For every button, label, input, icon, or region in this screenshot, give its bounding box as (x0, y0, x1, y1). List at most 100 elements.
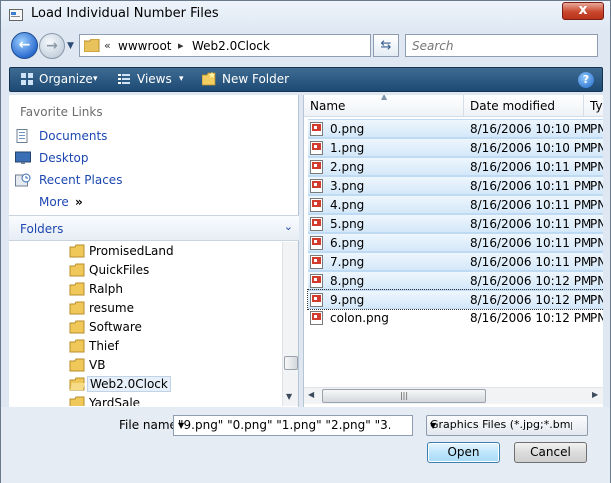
png-file-icon (310, 255, 323, 269)
column-header-date[interactable]: Date modified (470, 99, 555, 113)
png-file-icon (310, 217, 323, 231)
file-type: PN (590, 255, 603, 269)
folder-tree-scrollbar[interactable]: ▼ (282, 242, 298, 406)
png-file-icon (310, 160, 323, 174)
file-name: 0.png (330, 122, 365, 136)
dialog-window: Load Individual Number Files x ← → ▼ « w… (0, 0, 611, 483)
folders-toggle[interactable]: Folders ⌄ (9, 215, 299, 241)
file-row[interactable]: 7.png 8/16/2006 10:11 PM PN (308, 252, 603, 271)
favorite-link-documents[interactable]: Documents (15, 127, 285, 147)
cancel-button[interactable]: Cancel (514, 442, 587, 463)
help-icon[interactable]: ? (578, 72, 594, 88)
file-date: 8/16/2006 10:12 PM (470, 293, 592, 307)
scrollbar-thumb[interactable] (284, 356, 298, 370)
tree-item-label: VB (89, 358, 106, 372)
tree-item[interactable]: Ralph (69, 280, 279, 299)
address-bar[interactable]: « wwwroot ▸ Web2.0Clock (79, 34, 371, 57)
organize-menu[interactable]: Organize (39, 72, 93, 86)
views-dropdown-icon[interactable]: ▾ (179, 74, 184, 84)
favorite-link-label: Recent Places (39, 173, 123, 187)
file-row[interactable]: 8.png 8/16/2006 10:12 PM PN (308, 271, 603, 290)
tree-item[interactable]: QuickFiles (69, 261, 279, 280)
close-button[interactable]: x (562, 2, 604, 20)
folder-icon (69, 301, 85, 315)
file-row[interactable]: 4.png 8/16/2006 10:11 PM PN (308, 195, 603, 214)
views-menu[interactable]: Views (137, 72, 172, 86)
search-input[interactable] (410, 38, 590, 54)
breadcrumb-wwwroot[interactable]: wwwroot (118, 39, 172, 53)
window-app-icon (9, 9, 23, 21)
file-name-input[interactable]: "9.png" "0.png" "1.png" "2.png" "3.png" … (173, 415, 413, 436)
tree-item[interactable]: PromisedLand (69, 242, 279, 261)
new-folder-icon (202, 72, 216, 86)
file-row[interactable]: 6.png 8/16/2006 10:11 PM PN (308, 233, 603, 252)
organize-dropdown-icon[interactable]: ▾ (93, 74, 98, 84)
desktop-icon (15, 151, 31, 164)
recent-pages-dropdown[interactable]: ▼ (67, 41, 74, 51)
search-box[interactable] (405, 34, 598, 57)
documents-icon (16, 129, 28, 143)
folder-icon (69, 244, 85, 258)
column-divider[interactable] (583, 95, 584, 117)
sort-ascending-icon: ▲ (381, 95, 388, 101)
folder-icon (69, 339, 85, 353)
breadcrumb-separator[interactable]: ▸ (178, 39, 184, 52)
file-type: PN (590, 293, 603, 307)
chevron-down-icon: ⌄ (283, 220, 293, 233)
png-file-icon (310, 122, 323, 136)
file-list-horizontal-scrollbar[interactable]: ◀ ||| ▶ (304, 387, 603, 404)
tree-item[interactable]: YardSale (69, 394, 279, 406)
favorite-link-desktop[interactable]: Desktop (15, 149, 285, 169)
file-name: 8.png (330, 274, 365, 288)
close-icon: x (578, 2, 588, 18)
refresh-icon: ⇆ (380, 38, 392, 53)
refresh-button[interactable]: ⇆ (373, 34, 399, 57)
tree-item-selected[interactable]: Web2.0Clock (69, 375, 279, 394)
back-button[interactable]: ← (11, 32, 38, 59)
tree-item[interactable]: VB (69, 356, 279, 375)
favorite-link-recent-places[interactable]: Recent Places (15, 171, 285, 191)
png-file-icon (310, 198, 323, 212)
navigation-pane: Favorite Links Documents Desktop Recent … (9, 95, 299, 407)
column-divider[interactable] (463, 95, 464, 117)
file-type-filter-select[interactable]: Graphics Files (*.jpg;*.bmp;*.g ▼ (426, 415, 588, 436)
scroll-left-icon[interactable]: ◀ (308, 390, 314, 399)
scrollbar-thumb[interactable]: ||| (322, 389, 486, 403)
breadcrumb-overflow[interactable]: « (104, 39, 111, 52)
file-date: 8/16/2006 10:11 PM (470, 255, 592, 269)
tree-item[interactable]: Software (69, 318, 279, 337)
file-type: PN (590, 160, 603, 174)
file-name: 9.png (330, 293, 365, 307)
file-type: PN (590, 236, 603, 250)
tree-item[interactable]: Thief (69, 337, 279, 356)
folders-label: Folders (20, 222, 64, 236)
chevron-down-icon[interactable]: ▼ (178, 421, 390, 430)
file-row[interactable]: 1.png 8/16/2006 10:10 PM PN (308, 138, 603, 157)
column-header-type[interactable]: Ty (590, 99, 603, 113)
file-name: 3.png (330, 179, 365, 193)
scroll-down-icon[interactable]: ▼ (286, 392, 292, 401)
file-type: PN (590, 198, 603, 212)
file-row[interactable]: 5.png 8/16/2006 10:11 PM PN (308, 214, 603, 233)
file-name: colon.png (330, 311, 389, 325)
file-date: 8/16/2006 10:11 PM (470, 160, 592, 174)
file-row[interactable]: 3.png 8/16/2006 10:11 PM PN (308, 176, 603, 195)
command-toolbar: Organize ▾ Views ▾ New Folder ? (9, 67, 603, 92)
tree-item[interactable]: resume (69, 299, 279, 318)
scroll-right-icon[interactable]: ▶ (592, 390, 598, 399)
forward-button[interactable]: → (39, 33, 65, 59)
new-folder-button[interactable]: New Folder (222, 72, 289, 86)
column-header-name[interactable]: Name (310, 99, 345, 113)
file-row[interactable]: 2.png 8/16/2006 10:11 PM PN (308, 157, 603, 176)
breadcrumb-web2clock[interactable]: Web2.0Clock (192, 39, 270, 53)
file-row[interactable]: 0.png 8/16/2006 10:10 PM PN (308, 119, 603, 138)
open-button[interactable]: Open (427, 442, 500, 463)
file-date: 8/16/2006 10:11 PM (470, 179, 592, 193)
chevron-down-icon: ▼ (430, 421, 437, 430)
more-label: More (39, 195, 69, 209)
dialog-footer: File name: "9.png" "0.png" "1.png" "2.pn… (1, 407, 610, 483)
more-links-button[interactable]: More » (39, 193, 309, 213)
file-type: PN (590, 311, 603, 325)
file-row[interactable]: colon.png 8/16/2006 10:12 PM PN (308, 309, 603, 328)
file-row-focused[interactable]: 9.png 8/16/2006 10:12 PM PN (307, 289, 603, 310)
